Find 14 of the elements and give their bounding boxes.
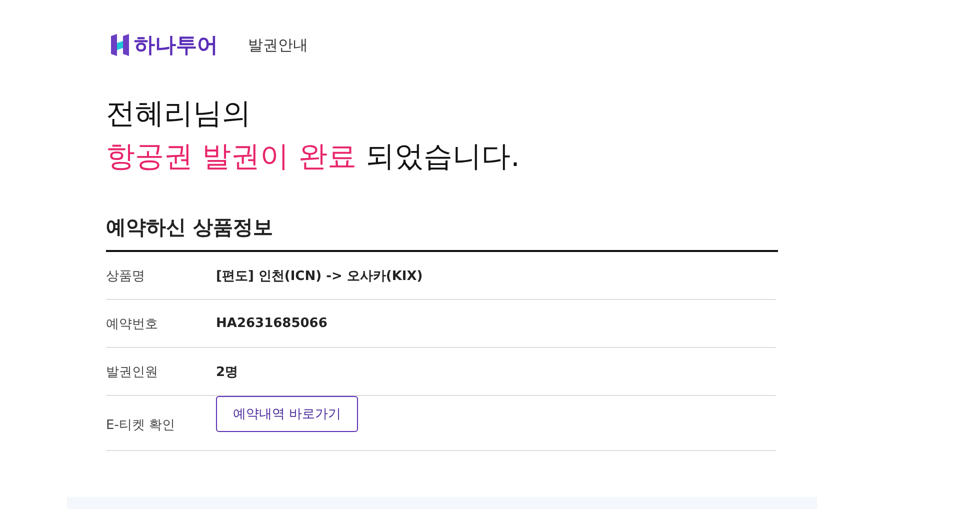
field-label: 예약번호 <box>106 316 159 332</box>
greeting-text: 전혜리님의 <box>106 95 252 132</box>
logo-icon <box>110 34 130 56</box>
page-title: 발권안내 <box>248 36 308 54</box>
completion-message: 항공권 발권이 완료 되었습니다. <box>106 138 521 175</box>
field-label: 상품명 <box>106 268 146 284</box>
reservation-link-button[interactable]: 예약내역 바로가기 <box>216 396 358 432</box>
field-value: HA2631685066 <box>216 316 328 331</box>
brand-name[interactable]: 하나투어 <box>134 31 218 59</box>
field-value: 2명 <box>216 364 238 380</box>
field-label: 발권인원 <box>106 364 159 380</box>
field-value: [편도] 인천(ICN) -> 오사카(KIX) <box>216 268 423 284</box>
field-label: E-티켓 확인 <box>106 417 176 434</box>
section-title: 예약하신 상품정보 <box>106 214 778 252</box>
